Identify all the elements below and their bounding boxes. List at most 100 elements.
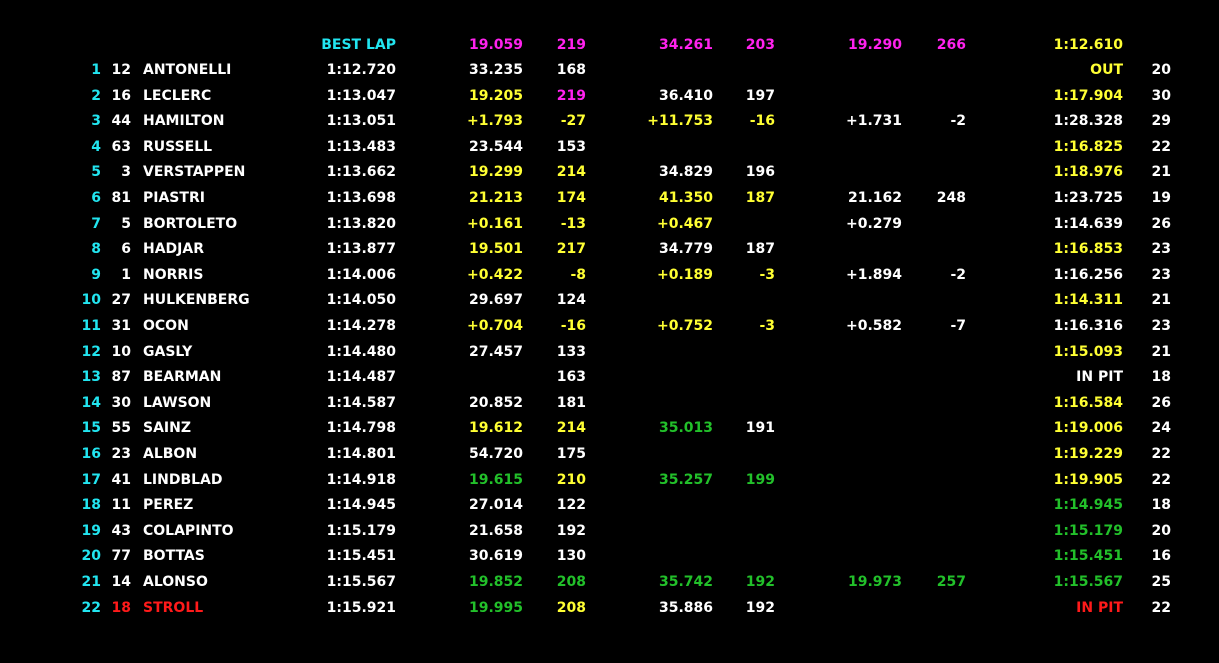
best-lap-time: 1:14.801 (326, 446, 396, 462)
best-lap-time: 1:14.487 (326, 369, 396, 386)
lap-count: 20 (1151, 62, 1171, 78)
lap-count: 23 (1151, 318, 1171, 334)
car-number: 5 (121, 215, 131, 232)
best-lap-time: 1:13.820 (326, 215, 396, 232)
car-number: 30 (111, 394, 131, 411)
header-row: BEST LAP 19.059 219 34.261 203 19.290 26… (0, 35, 1219, 55)
position: 14 (81, 394, 101, 411)
sector1-time: 19.612 (468, 420, 523, 437)
last-lap-time: 1:16.853 (1053, 241, 1123, 258)
position: 8 (91, 241, 101, 258)
sector1-speed: 122 (556, 497, 586, 514)
lap-count: 22 (1151, 446, 1171, 462)
overall-best-sector1: 19.059 (468, 37, 523, 53)
sector2-time: +0.467 (656, 215, 713, 232)
table-row: 2 16 LECLERC 1:13.047 19.205 219 36.410 197 1:17… (0, 86, 1219, 106)
sector1-speed: 208 (556, 574, 586, 590)
car-number: 44 (111, 113, 131, 130)
last-lap-time: 1:14.311 (1053, 292, 1123, 309)
sector2-speed: 187 (745, 190, 775, 206)
position: 7 (91, 215, 101, 232)
driver-name: BEARMAN (143, 369, 222, 386)
sector1-time: 23.544 (468, 138, 523, 155)
best-lap-time: 1:14.798 (326, 420, 396, 437)
sector2-time: +0.752 (656, 318, 713, 334)
sector1-time: 33.235 (468, 62, 523, 78)
sector1-speed: 174 (556, 190, 586, 206)
sector1-speed: 181 (556, 394, 586, 411)
car-number: 63 (111, 138, 131, 155)
driver-name: LECLERC (143, 87, 212, 104)
car-number: 12 (111, 62, 131, 78)
sector1-speed: 163 (556, 369, 586, 386)
last-lap-time: 1:16.584 (1053, 394, 1123, 411)
position: 13 (81, 369, 101, 386)
sector1-time: 27.014 (468, 497, 523, 514)
sector2-time: 34.779 (658, 241, 713, 258)
car-number: 3 (121, 164, 131, 181)
driver-name: GASLY (143, 343, 193, 360)
table-row: 7 5 BORTOLETO 1:13.820 +0.161 -13 +0.467 +0.279… (0, 214, 1219, 234)
car-number: 14 (111, 574, 131, 590)
table-row: 21 14 ALONSO 1:15.567 19.852 208 35.742 192 19.9… (0, 572, 1219, 592)
sector2-time: +11.753 (647, 113, 713, 130)
car-number: 55 (111, 420, 131, 437)
lap-count: 24 (1151, 420, 1171, 437)
table-row: 16 23 ALBON 1:14.801 54.720 175 1:19.229 22 (0, 444, 1219, 464)
position: 5 (91, 164, 101, 181)
sector3-speed: -7 (950, 318, 966, 334)
sector2-speed: 192 (745, 574, 775, 590)
overall-best-sector1-speed: 219 (556, 37, 586, 53)
last-lap-time: 1:14.639 (1053, 215, 1123, 232)
position: 16 (81, 446, 101, 462)
last-lap-time: 1:15.093 (1053, 343, 1123, 360)
table-row: 15 55 SAINZ 1:14.798 19.612 214 35.013 191 1:19.… (0, 418, 1219, 438)
table-row: 17 41 LINDBLAD 1:14.918 19.615 210 35.257 199 1:… (0, 470, 1219, 490)
last-lap-time: 1:19.006 (1053, 420, 1123, 437)
sector1-speed: 124 (556, 292, 586, 309)
sector1-time: 19.501 (468, 241, 523, 258)
last-lap-time: IN PIT (1076, 369, 1123, 386)
overall-best-sector2: 34.261 (658, 37, 713, 53)
driver-name: PEREZ (143, 497, 194, 514)
table-row: 8 6 HADJAR 1:13.877 19.501 217 34.779 187 1:16.8… (0, 239, 1219, 259)
car-number: 6 (121, 241, 131, 258)
lap-count: 19 (1151, 190, 1171, 206)
driver-name: BOTTAS (143, 548, 205, 565)
sector2-time: 35.742 (658, 574, 713, 590)
sector2-time: 41.350 (658, 190, 713, 206)
car-number: 31 (111, 318, 131, 334)
sector1-time: 30.619 (468, 548, 523, 565)
position: 4 (91, 138, 101, 155)
position: 22 (81, 599, 101, 616)
sector1-speed: 214 (556, 420, 586, 437)
sector2-speed: 199 (745, 471, 775, 488)
lap-count: 22 (1151, 138, 1171, 155)
table-row: 22 18 STROLL 1:15.921 19.995 208 35.886 192 IN P… (0, 598, 1219, 618)
sector1-time: 19.299 (468, 164, 523, 181)
sector1-time: 27.457 (468, 343, 523, 360)
position: 6 (91, 190, 101, 206)
last-lap-time: 1:16.256 (1053, 266, 1123, 283)
table-row: 20 77 BOTTAS 1:15.451 30.619 130 1:15.451 16 (0, 546, 1219, 566)
best-lap-time: 1:14.945 (326, 497, 396, 514)
overall-best-sector3-speed: 266 (936, 37, 966, 53)
sector3-speed: -2 (950, 113, 966, 130)
last-lap-time: 1:15.179 (1053, 522, 1123, 539)
sector3-time: +0.582 (845, 318, 902, 334)
overall-best-sector2-speed: 203 (745, 37, 775, 53)
last-lap-time: 1:17.904 (1053, 87, 1123, 104)
table-row: 9 1 NORRIS 1:14.006 +0.422 -8 +0.189 -3 +1.894 -2… (0, 265, 1219, 285)
sector3-time: +1.731 (845, 113, 902, 130)
last-lap-time: IN PIT (1076, 599, 1123, 616)
lap-count: 21 (1151, 292, 1171, 309)
sector3-time: +0.279 (845, 215, 902, 232)
sector1-time: +0.422 (466, 266, 523, 283)
lap-count: 18 (1151, 497, 1171, 514)
sector1-time: +0.704 (466, 318, 523, 334)
lap-count: 22 (1151, 471, 1171, 488)
table-row: 5 3 VERSTAPPEN 1:13.662 19.299 214 34.829 196 1:… (0, 162, 1219, 182)
best-lap-time: 1:12.720 (326, 62, 396, 78)
sector1-speed: 208 (556, 599, 586, 616)
sector1-speed: -8 (570, 266, 586, 283)
